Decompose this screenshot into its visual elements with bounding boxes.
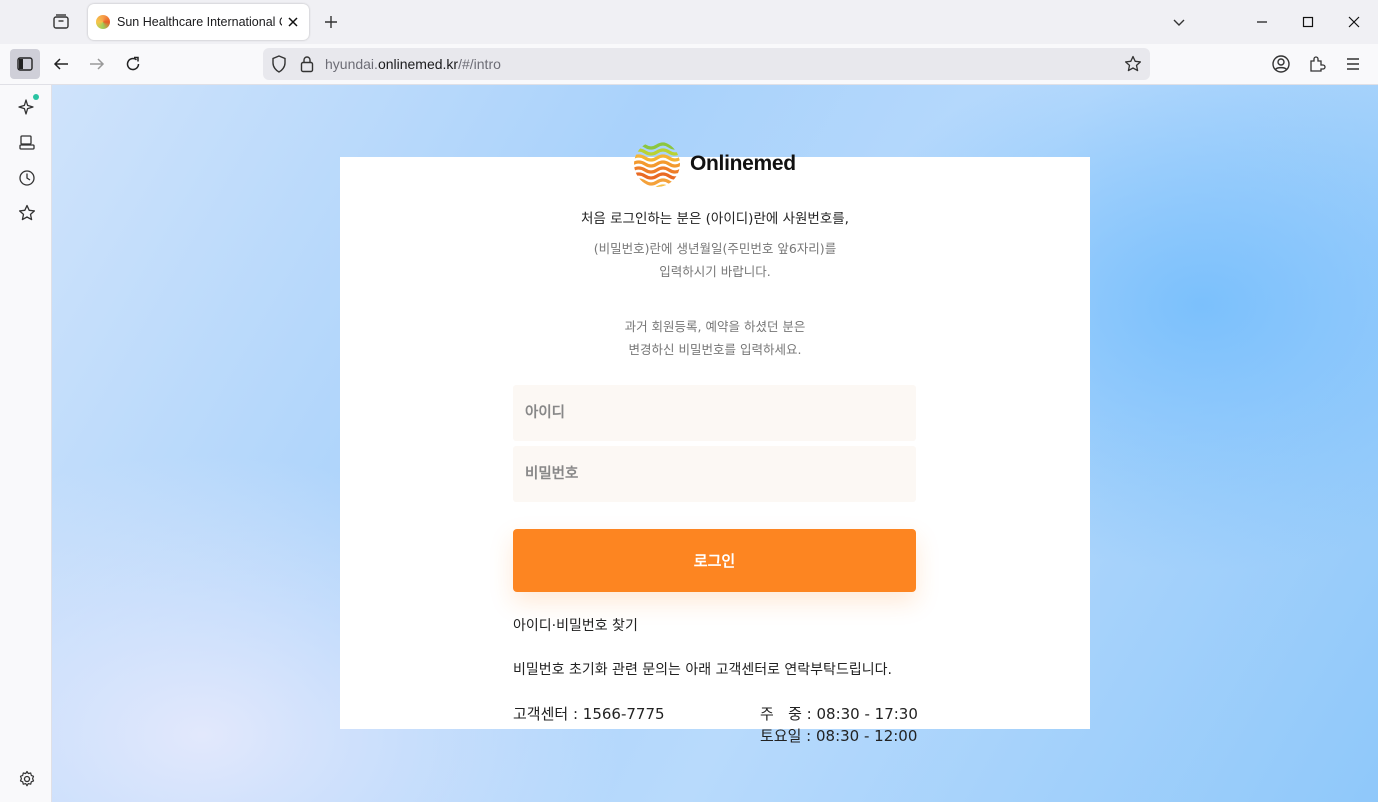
- logo-text: Onlinemed: [690, 152, 796, 175]
- password-reset-help-text: 비밀번호 초기화 관련 문의는 아래 고객센터로 연락부탁드립니다.: [513, 662, 892, 678]
- tracking-shield-icon[interactable]: [271, 55, 287, 77]
- back-icon[interactable]: [46, 49, 76, 79]
- customer-center-phone: 고객센터 : 1566-7775: [513, 705, 665, 723]
- close-window-icon[interactable]: [1340, 8, 1368, 36]
- menu-icon[interactable]: [1338, 49, 1368, 79]
- onlinemed-logo-mark-icon: [634, 141, 680, 187]
- browser-sidebar: [0, 85, 52, 802]
- onlinemed-logo: Onlinemed: [634, 141, 796, 187]
- find-id-password-link[interactable]: 아이디·비밀번호 찾기: [513, 615, 638, 635]
- minimize-icon[interactable]: [1248, 8, 1276, 36]
- tab-strip: Sun Healthcare International C: [0, 0, 1378, 44]
- tab-overview-icon[interactable]: [48, 9, 74, 35]
- settings-gear-icon[interactable]: [13, 765, 41, 793]
- synced-tabs-icon[interactable]: [13, 129, 41, 157]
- id-input[interactable]: [513, 385, 916, 441]
- weekday-hours: 주 중 : 08:30 - 17:30: [760, 705, 918, 723]
- active-tab[interactable]: Sun Healthcare International C: [88, 4, 309, 40]
- navigation-bar: hyundai.onlinemed.kr/#/intro: [0, 44, 1378, 85]
- new-tab-icon[interactable]: [319, 10, 343, 34]
- account-icon[interactable]: [1266, 49, 1296, 79]
- lock-icon[interactable]: [300, 55, 314, 77]
- url-prefix: hyundai.: [325, 56, 378, 72]
- instruction-line-3: 입력하시기 바랍니다.: [659, 264, 771, 279]
- close-tab-icon[interactable]: [286, 14, 301, 30]
- bookmark-star-icon[interactable]: [1124, 55, 1142, 77]
- extensions-icon[interactable]: [1302, 49, 1332, 79]
- password-input[interactable]: [513, 446, 916, 502]
- address-bar[interactable]: hyundai.onlinemed.kr/#/intro: [263, 48, 1150, 80]
- history-icon[interactable]: [13, 164, 41, 192]
- tab-title: Sun Healthcare International C: [117, 15, 282, 29]
- tab-list-chevron-icon[interactable]: [1165, 8, 1193, 36]
- sidebar-toggle-icon[interactable]: [10, 49, 40, 79]
- notification-dot: [33, 94, 39, 100]
- bookmarks-icon[interactable]: [13, 199, 41, 227]
- page-viewport: Onlinemed 처음 로그인하는 분은 (아이디)란에 사원번호를, (비밀…: [52, 85, 1378, 802]
- url-domain: onlinemed.kr: [377, 56, 459, 72]
- notice-line-2: 변경하신 비밀번호를 입력하세요.: [628, 342, 802, 357]
- reload-icon[interactable]: [118, 49, 148, 79]
- login-card: Onlinemed 처음 로그인하는 분은 (아이디)란에 사원번호를, (비밀…: [340, 142, 1090, 745]
- saturday-hours: 토요일 : 08:30 - 12:00: [760, 727, 918, 745]
- maximize-icon[interactable]: [1294, 8, 1322, 36]
- url-text[interactable]: hyundai.onlinemed.kr/#/intro: [325, 56, 501, 72]
- url-path: /#/intro: [458, 56, 501, 72]
- forward-icon[interactable]: [82, 49, 112, 79]
- instruction-line-2: (비밀번호)란에 생년월일(주민번호 앞6자리)를: [593, 241, 837, 256]
- notice-line-1: 과거 회원등록, 예약을 하셨던 분은: [624, 319, 806, 334]
- site-favicon-icon: [96, 15, 110, 29]
- business-hours: 주 중 : 08:30 - 17:30 토요일 : 08:30 - 12:00: [760, 703, 918, 747]
- ai-chatbot-icon[interactable]: [13, 93, 41, 121]
- login-button[interactable]: 로그인: [513, 529, 916, 592]
- instruction-main: 처음 로그인하는 분은 (아이디)란에 사원번호를,: [581, 211, 849, 227]
